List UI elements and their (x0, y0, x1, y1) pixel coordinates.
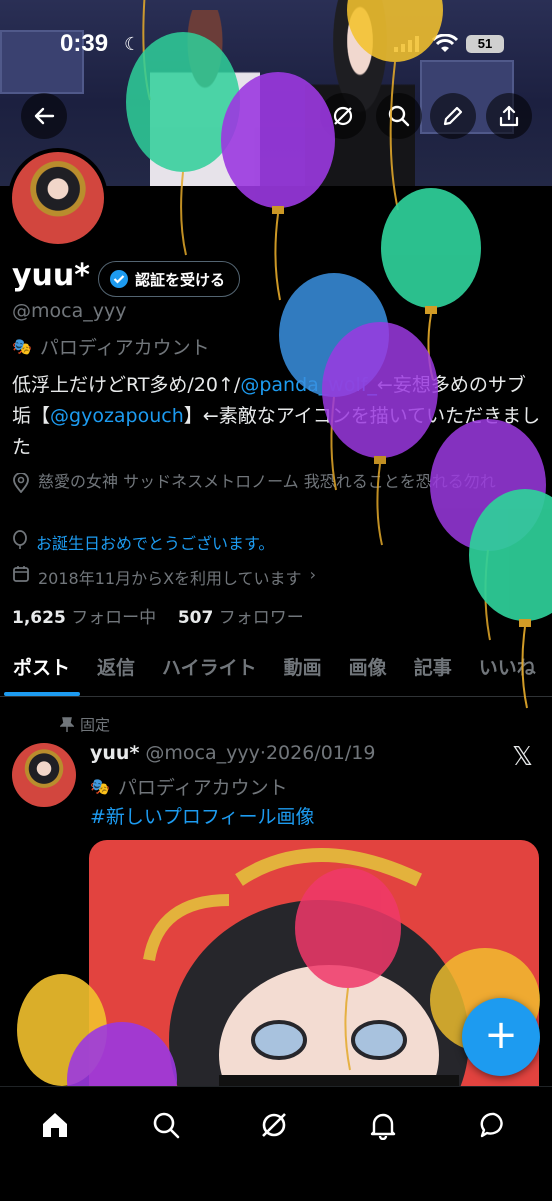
chevron-right-icon: › (309, 565, 316, 584)
parody-label-text: パロディアカウント (39, 337, 210, 359)
post-header: yuu* @moca_yyy·2026/01/19 (90, 742, 375, 764)
location-text: 慈愛の女神 サッドネスメトロノーム 我恐れることを恐れる勿れ (38, 472, 496, 491)
following-count: 1,625 (12, 608, 66, 628)
bio-mention-link[interactable]: @gyozapouch (50, 405, 184, 427)
verified-badge-icon (110, 270, 128, 288)
post-author-avatar[interactable] (12, 743, 76, 807)
bell-icon (370, 1113, 396, 1140)
profile-avatar[interactable] (8, 148, 108, 248)
edit-icon (443, 106, 463, 126)
avatar-image (12, 152, 104, 244)
post-parody-label-text: パロディアカウント (117, 777, 288, 799)
followers-count: 507 (177, 608, 214, 628)
status-time: 0:39 (60, 30, 109, 57)
status-bar: 0:39 ☾ 51 (0, 0, 552, 90)
grok-button[interactable] (320, 93, 366, 139)
moon-icon: ☾ (124, 34, 141, 55)
location-icon (13, 473, 29, 493)
followers-link[interactable]: 507 フォロワー (178, 608, 304, 628)
following-label: フォロー中 (71, 608, 157, 628)
parody-label: 🎭 パロディアカウント (12, 333, 210, 360)
nav-grok[interactable] (254, 1105, 294, 1145)
nav-search[interactable] (146, 1105, 186, 1145)
profile-tabs: ポスト 返信 ハイライト 動画 画像 記事 いいね (0, 650, 552, 697)
back-arrow-icon (34, 107, 55, 125)
tab-posts[interactable]: ポスト (0, 650, 84, 696)
profile-joined[interactable]: 2018年11月からXを利用しています › (12, 565, 316, 589)
search-button[interactable] (376, 93, 422, 139)
x-logo-icon: 𝕏 (512, 742, 533, 772)
post-author-name[interactable]: yuu* (90, 742, 139, 764)
calendar-icon (13, 566, 29, 582)
grok-icon (333, 106, 353, 126)
pin-icon (60, 716, 74, 732)
post-hashtag[interactable]: #新しいプロフィール画像 (90, 802, 315, 829)
search-icon (388, 105, 410, 127)
profile-name: yuu* (12, 258, 90, 293)
plus-icon: + (484, 1012, 518, 1058)
birthday-text: お誕生日おめでとうございます。 (36, 534, 275, 553)
balloon (381, 188, 481, 381)
nav-home[interactable] (35, 1105, 75, 1145)
mask-icon: 🎭 (90, 777, 110, 796)
tab-likes[interactable]: いいね (466, 650, 550, 696)
following-link[interactable]: 1,625 フォロー中 (12, 608, 156, 628)
compose-post-button[interactable]: + (462, 998, 540, 1076)
get-verified-label: 認証を受ける (135, 270, 226, 289)
profile-birthday[interactable]: お誕生日おめでとうございます。 (12, 530, 274, 554)
tab-videos[interactable]: 動画 (271, 650, 336, 696)
joined-text: 2018年11月からXを利用しています (38, 569, 302, 588)
battery-indicator: 51 (466, 35, 504, 53)
profile-location: 慈愛の女神 サッドネスメトロノーム 我恐れることを恐れる勿れ (12, 471, 532, 493)
tab-replies[interactable]: 返信 (84, 650, 149, 696)
share-icon (499, 105, 519, 127)
get-verified-button[interactable]: 認証を受ける (98, 261, 241, 297)
bottom-navigation (0, 1086, 552, 1201)
post-author-handle[interactable]: @moca_yyy (145, 742, 259, 764)
follow-stats: 1,625 フォロー中 507 フォロワー (12, 603, 304, 628)
share-button[interactable] (486, 93, 532, 139)
tab-highlights[interactable]: ハイライト (149, 650, 271, 696)
profile-bio: 低浮上だけどRT多め/20↑/@panda_wolf_←妄想多めのサブ垢【@gy… (12, 370, 542, 463)
nav-notifications[interactable] (363, 1105, 403, 1145)
home-icon (43, 1113, 67, 1137)
grok-icon (262, 1113, 286, 1137)
profile-handle: @moca_yyy (12, 300, 127, 322)
bio-mention-link[interactable]: @panda_wolf_ (240, 374, 377, 396)
bio-text: 低浮上だけどRT多め/20↑/ (12, 374, 241, 396)
tab-articles[interactable]: 記事 (401, 650, 466, 696)
nav-messages[interactable] (474, 1105, 514, 1145)
pinned-indicator: 固定 (60, 714, 110, 735)
messages-icon (480, 1112, 503, 1138)
wifi-icon (432, 34, 458, 52)
balloon-icon (13, 530, 27, 549)
back-button[interactable] (21, 93, 67, 139)
pinned-label: 固定 (80, 716, 111, 734)
mask-icon: 🎭 (12, 337, 32, 356)
edit-button[interactable] (430, 93, 476, 139)
post-date[interactable]: 2026/01/19 (266, 742, 376, 764)
tab-photos[interactable]: 画像 (336, 650, 401, 696)
post-parody-label: 🎭 パロディアカウント (90, 773, 288, 800)
followers-label: フォロワー (218, 608, 304, 628)
signal-icon (394, 36, 419, 52)
search-icon (153, 1112, 180, 1139)
